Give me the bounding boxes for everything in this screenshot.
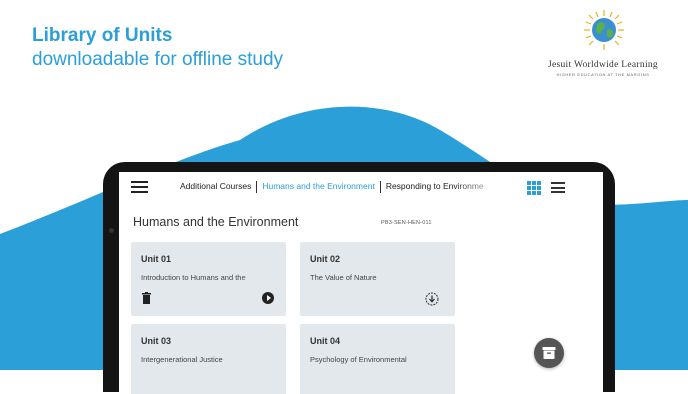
hamburger-menu-icon[interactable] <box>131 181 148 193</box>
play-icon[interactable] <box>262 292 274 304</box>
unit-title: Unit 02 <box>310 254 341 264</box>
archive-button[interactable] <box>534 338 564 368</box>
list-view-icon[interactable] <box>551 182 565 193</box>
download-icon[interactable] <box>425 292 439 306</box>
unit-card[interactable]: Unit 03 Intergenerational Justice <box>131 324 286 394</box>
course-code: PB3-SEN-HEN-011 <box>381 220 432 226</box>
unit-title: Unit 03 <box>141 336 172 346</box>
unit-description: Intergenerational Justice <box>141 355 223 364</box>
tabs-fade <box>454 176 506 198</box>
logo-tagline: HIGHER EDUCATION AT THE MARGINS <box>556 72 650 77</box>
headline-title: Library of Units <box>32 25 173 46</box>
text-fade <box>239 270 279 284</box>
tablet-device: Additional Courses Humans and the Enviro… <box>103 162 615 394</box>
promo-headline: Library of Units downloadable for offlin… <box>32 25 283 71</box>
page-title: Humans and the Environment <box>133 215 299 229</box>
top-bar: Additional Courses Humans and the Enviro… <box>119 172 603 202</box>
course-tabs: Additional Courses Humans and the Enviro… <box>175 181 489 193</box>
app-screen: Additional Courses Humans and the Enviro… <box>119 172 603 394</box>
tab-humans-environment[interactable]: Humans and the Environment <box>257 181 379 193</box>
camera-dot <box>109 228 114 233</box>
headline-subtitle: downloadable for offline study <box>32 48 284 70</box>
grid-view-icon[interactable] <box>527 181 541 195</box>
jwl-logo: Jesuit Worldwide Learning HIGHER EDUCATI… <box>528 8 678 88</box>
unit-description: The Value of Nature <box>310 273 377 282</box>
unit-card[interactable]: Unit 02 The Value of Nature <box>300 242 455 316</box>
tab-additional-courses[interactable]: Additional Courses <box>175 181 256 193</box>
unit-title: Unit 04 <box>310 336 341 346</box>
unit-card[interactable]: Unit 01 Introduction to Humans and the <box>131 242 286 316</box>
unit-title: Unit 01 <box>141 254 172 264</box>
archive-icon <box>542 347 556 359</box>
unit-card[interactable]: Unit 04 Psychology of Environmental <box>300 324 455 394</box>
unit-description: Psychology of Environmental <box>310 355 407 364</box>
logo-name: Jesuit Worldwide Learning <box>548 60 658 70</box>
trash-icon[interactable] <box>142 292 151 304</box>
globe-logo-icon <box>584 10 624 50</box>
